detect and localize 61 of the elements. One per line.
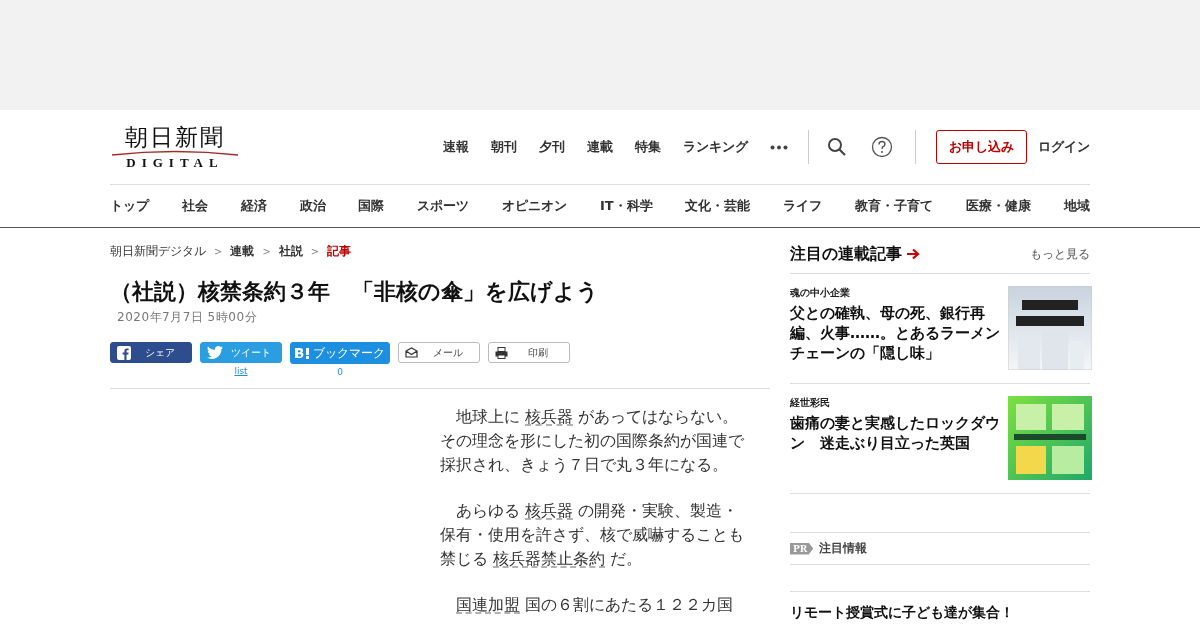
subscribe-button[interactable]: お申し込み	[936, 130, 1027, 164]
article-paragraph: 国連加盟 国の６割にあたる１２２カ国	[455, 594, 735, 616]
printer-icon	[495, 346, 508, 359]
site-logo[interactable]: 朝日新聞 DIGITAL	[110, 124, 240, 170]
keyword-link[interactable]: 核兵器	[525, 407, 574, 426]
more-link[interactable]: もっと見る	[1030, 245, 1090, 263]
bird-icon	[207, 346, 223, 359]
bookmark-b-icon	[294, 347, 310, 359]
nav-link[interactable]: 連載	[587, 138, 613, 156]
category-tab[interactable]: 社会	[181, 197, 208, 215]
share-button[interactable]: メール	[398, 342, 480, 363]
share-count: 0	[337, 366, 343, 378]
article-link[interactable]: 歯痛の妻と実感したロックダウン 迷走ぶり目立った英国	[790, 413, 1002, 453]
breadcrumb-separator: >	[262, 245, 271, 257]
article-title: （社説）核禁条約３年 「非核の傘」を広げよう	[110, 278, 600, 306]
category-tab[interactable]: ライフ	[783, 197, 823, 215]
keyword-link[interactable]: 核兵器	[525, 501, 574, 520]
help-icon[interactable]	[871, 136, 893, 158]
publish-date: 2020年7月7日 5時00分	[117, 309, 259, 326]
category-tab[interactable]: スポーツ	[417, 197, 470, 215]
search-icon[interactable]	[827, 137, 847, 157]
category-tab[interactable]: 地域	[1063, 197, 1090, 215]
category-tab[interactable]: 経済	[240, 197, 267, 215]
category-tab[interactable]: トップ	[110, 197, 149, 215]
category-tab[interactable]: 政治	[299, 197, 326, 215]
breadcrumb-link[interactable]: 社説	[278, 242, 303, 260]
share-button[interactable]: 印刷	[488, 342, 570, 363]
keyword-link[interactable]: 核兵器禁止条約	[493, 549, 606, 568]
more-icon[interactable]	[770, 144, 788, 150]
breadcrumb-separator: >	[214, 245, 223, 257]
share-button[interactable]: シェア	[110, 342, 192, 363]
section-heading: 注目情報	[819, 540, 868, 557]
facebook-icon	[117, 345, 131, 360]
category-tab[interactable]: オピニオン	[502, 197, 568, 215]
nav-link[interactable]: 特集	[635, 138, 661, 156]
category-tab[interactable]: 文化・芸能	[685, 197, 751, 215]
article-paragraph: 地球上に 核兵器 があってはならない。その理念を形にした初の国際条約が国連で採択され、きょう７日で丸３年になる。	[440, 406, 745, 476]
section-heading: 注目の連載記事	[790, 243, 902, 265]
series-label: 経世彩民	[790, 396, 831, 410]
pr-badge: PR	[790, 542, 814, 555]
series-label: 魂の中小企業	[790, 286, 851, 300]
envelope-icon	[405, 347, 418, 358]
article-link[interactable]: 父との確執、母の死、銀行再編、火事……。とあるラーメンチェーンの「隠し味」	[790, 303, 1002, 363]
breadcrumb-link[interactable]: 記事	[327, 242, 352, 260]
nav-link[interactable]: ランキング	[683, 138, 748, 156]
category-tab[interactable]: 国際	[358, 197, 385, 215]
arrow-icon	[906, 248, 920, 260]
nav-link[interactable]: 夕刊	[539, 138, 565, 156]
breadcrumb-link[interactable]: 朝日新聞デジタル	[110, 242, 206, 260]
category-tab[interactable]: 医療・健康	[966, 197, 1031, 215]
breadcrumb-link[interactable]: 連載	[230, 242, 255, 260]
category-tab[interactable]: IT・科学	[599, 197, 653, 215]
login-link[interactable]: ログイン	[1038, 138, 1090, 156]
article-paragraph: あらゆる 核兵器 の開発・実験、製造・保有・使用を許さず、核で威嚇することも禁じる 核兵器禁止条約 だ。	[440, 500, 745, 570]
promo-link[interactable]: リモート授賞式に子ども達が集合！	[790, 604, 1090, 622]
keyword-link[interactable]: 国連加盟	[456, 595, 520, 614]
category-tab[interactable]: 教育・子育て	[855, 197, 934, 215]
nav-link[interactable]: 速報	[443, 138, 469, 156]
nav-link[interactable]: 朝刊	[491, 138, 517, 156]
share-count[interactable]: list	[234, 365, 248, 377]
breadcrumb-separator: >	[310, 245, 320, 257]
